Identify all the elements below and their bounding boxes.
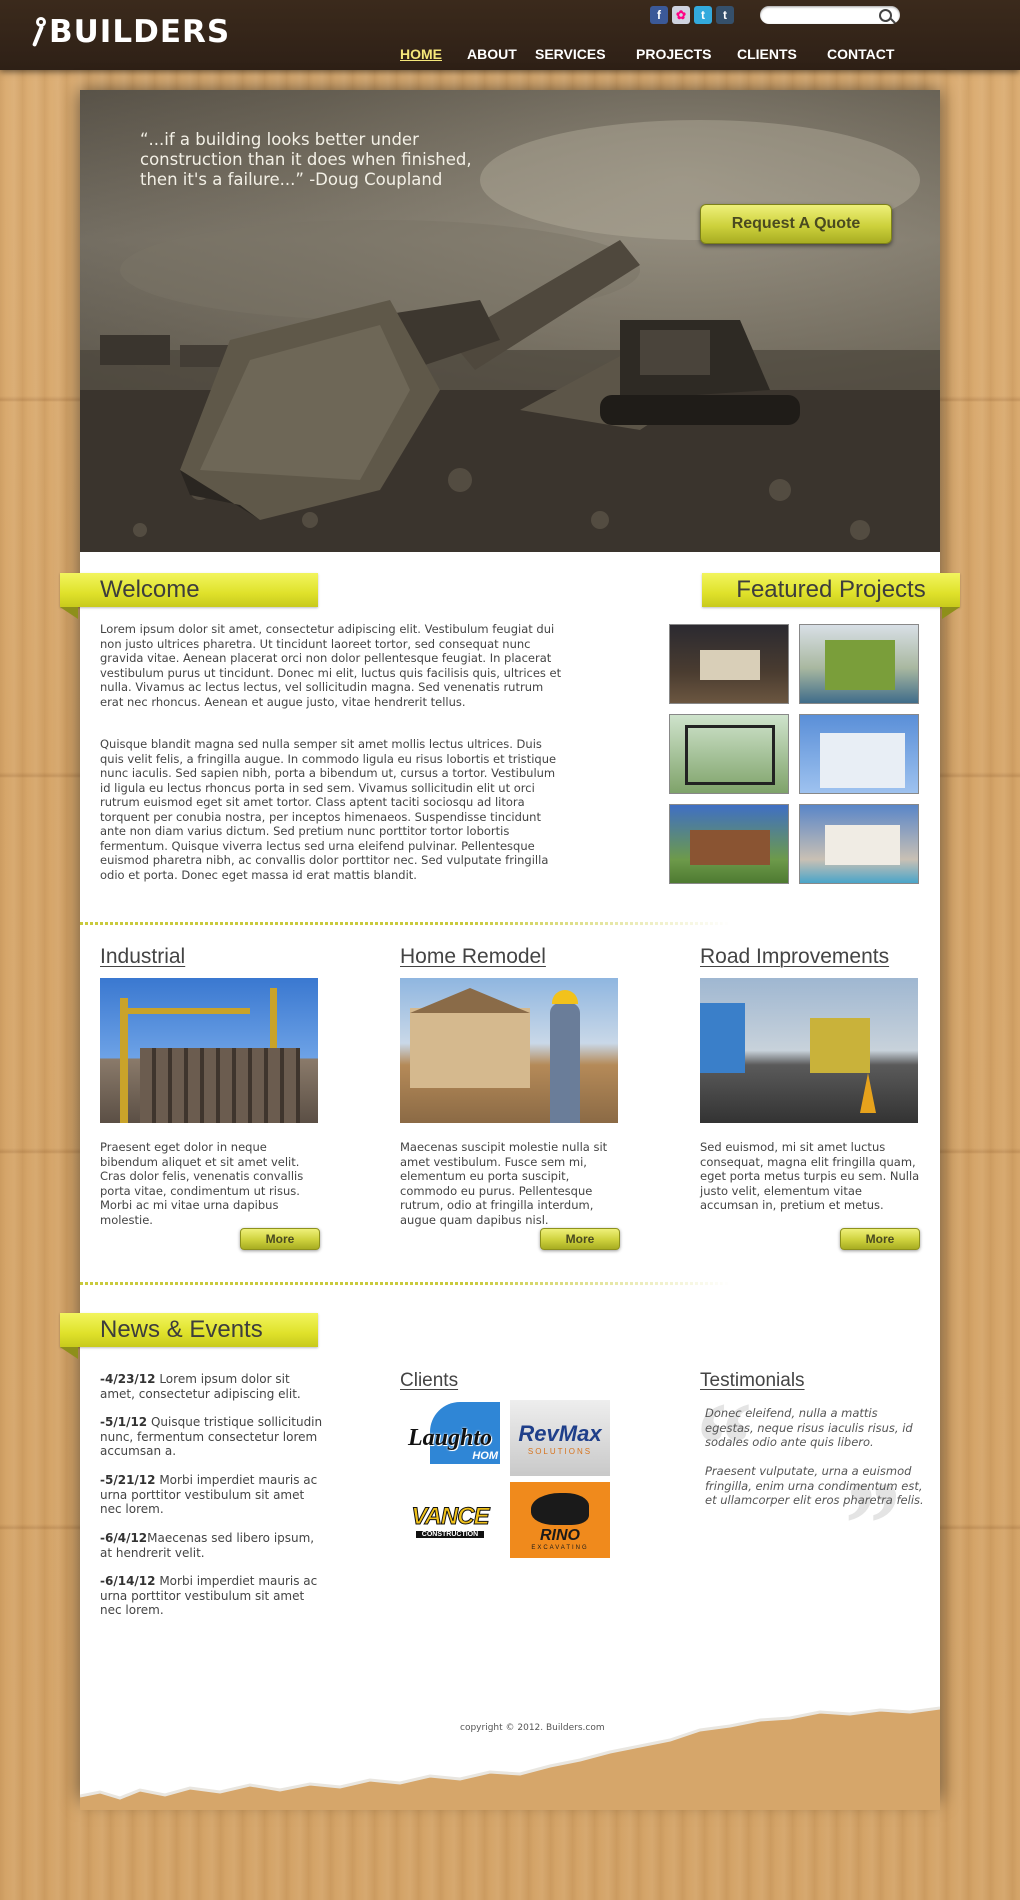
news-date: -5/1/12 bbox=[100, 1415, 148, 1429]
tumblr-icon[interactable]: t bbox=[716, 6, 734, 24]
torn-paper-edge bbox=[80, 1706, 940, 1810]
featured-title: Featured Projects bbox=[736, 576, 926, 603]
welcome-paragraph-2: Quisque blandit magna sed nulla semper s… bbox=[100, 737, 557, 882]
news-date: -4/23/12 bbox=[100, 1372, 156, 1386]
house-shape bbox=[700, 650, 760, 680]
welcome-paragraph-1: Lorem ipsum dolor sit amet, consectetur … bbox=[100, 622, 562, 709]
industrial-title[interactable]: Industrial bbox=[100, 945, 185, 969]
testimonial-text: Donec eleifend, nulla a mattis egestas, … bbox=[705, 1406, 913, 1449]
twitter-icon[interactable]: t bbox=[694, 6, 712, 24]
welcome-title: Welcome bbox=[100, 576, 200, 603]
welcome-heading: Welcome bbox=[60, 573, 318, 619]
clients-title: Clients bbox=[400, 1370, 459, 1391]
industrial-text: Praesent eget dolor in neque bibendum al… bbox=[100, 1140, 304, 1227]
client-logo-laughton[interactable]: Laughto HOM bbox=[400, 1400, 500, 1476]
featured-project-thumb[interactable] bbox=[799, 714, 919, 794]
laughton-logo-subtext: HOM bbox=[472, 1450, 498, 1462]
vance-logo-text: VANCE bbox=[411, 1502, 490, 1530]
vance-logo-subtext: CONSTRUCTION bbox=[415, 1530, 485, 1538]
wrench-icon bbox=[30, 17, 46, 47]
hero-banner: “...if a building looks better under con… bbox=[80, 90, 940, 552]
revmax-logo-text: RevMax bbox=[518, 1420, 602, 1446]
news-item[interactable]: -6/14/12 Morbi imperdiet mauris ac urna … bbox=[100, 1574, 325, 1618]
house-shape bbox=[820, 733, 905, 788]
flickr-icon[interactable]: ✿ bbox=[672, 6, 690, 24]
road-improvements-more-button[interactable]: More bbox=[840, 1228, 920, 1250]
section-divider bbox=[80, 922, 730, 925]
header-bar: BUILDERS f ✿ t t HOME ABOUT SERVICES PRO… bbox=[0, 0, 1020, 70]
house-shape bbox=[825, 825, 900, 865]
nav-services[interactable]: SERVICES bbox=[535, 46, 606, 62]
road-improvements-title[interactable]: Road Improvements bbox=[700, 945, 889, 969]
news-title: News & Events bbox=[100, 1316, 263, 1343]
featured-project-thumb[interactable] bbox=[669, 624, 789, 704]
news-heading: News & Events bbox=[60, 1313, 318, 1359]
section-divider bbox=[80, 1282, 730, 1285]
house-shape bbox=[825, 640, 895, 690]
hero-quote: “...if a building looks better under con… bbox=[140, 130, 472, 189]
news-item[interactable]: -5/1/12 Quisque tristique sollicitudin n… bbox=[100, 1415, 325, 1459]
rino-logo-subtext: EXCAVATING bbox=[531, 1545, 589, 1551]
site-logo[interactable]: BUILDERS bbox=[30, 14, 230, 50]
industrial-image bbox=[100, 978, 318, 1123]
search-icon[interactable] bbox=[879, 9, 892, 22]
logo-text: BUILDERS bbox=[49, 14, 231, 50]
rhino-icon bbox=[531, 1493, 589, 1525]
nav-about[interactable]: ABOUT bbox=[467, 46, 517, 62]
client-logo-rino[interactable]: RINO EXCAVATING bbox=[510, 1482, 610, 1558]
revmax-logo-subtext: SOLUTIONS bbox=[527, 1446, 593, 1456]
testimonial-text: Praesent vulputate, urna a euismod fring… bbox=[705, 1464, 924, 1507]
facebook-icon[interactable]: f bbox=[650, 6, 668, 24]
home-remodel-title[interactable]: Home Remodel bbox=[400, 945, 546, 969]
road-improvements-text: Sed euismod, mi sit amet luctus consequa… bbox=[700, 1140, 920, 1212]
news-date: -6/14/12 bbox=[100, 1574, 156, 1588]
client-logo-revmax[interactable]: RevMax SOLUTIONS bbox=[510, 1400, 610, 1476]
house-shape bbox=[690, 830, 770, 865]
home-remodel-more-button[interactable]: More bbox=[540, 1228, 620, 1250]
house-shape bbox=[685, 725, 775, 785]
featured-project-thumb[interactable] bbox=[669, 714, 789, 794]
featured-project-thumb[interactable] bbox=[799, 624, 919, 704]
social-links: f ✿ t t bbox=[650, 6, 734, 24]
featured-project-thumb[interactable] bbox=[799, 804, 919, 884]
search-input[interactable] bbox=[760, 6, 900, 24]
road-improvements-image bbox=[700, 978, 918, 1123]
nav-home[interactable]: HOME bbox=[400, 46, 442, 62]
news-date: -5/21/12 bbox=[100, 1473, 156, 1487]
nav-contact[interactable]: CONTACT bbox=[827, 46, 894, 62]
home-remodel-text: Maecenas suscipit molestie nulla sit ame… bbox=[400, 1140, 608, 1227]
news-date: -6/4/12 bbox=[100, 1531, 148, 1545]
home-remodel-image bbox=[400, 978, 618, 1123]
featured-project-thumb[interactable] bbox=[669, 804, 789, 884]
industrial-more-button[interactable]: More bbox=[240, 1228, 320, 1250]
news-item[interactable]: -4/23/12 Lorem ipsum dolor sit amet, con… bbox=[100, 1372, 325, 1401]
request-quote-button[interactable]: Request A Quote bbox=[700, 204, 892, 244]
nav-clients[interactable]: CLIENTS bbox=[737, 46, 797, 62]
nav-projects[interactable]: PROJECTS bbox=[636, 46, 711, 62]
client-logo-vance[interactable]: VANCE CONSTRUCTION bbox=[400, 1482, 500, 1558]
rino-logo-text: RINO bbox=[540, 1527, 580, 1544]
laughton-logo-text: Laughto bbox=[407, 1424, 493, 1451]
news-item[interactable]: -5/21/12 Morbi imperdiet mauris ac urna … bbox=[100, 1473, 325, 1517]
featured-heading: Featured Projects bbox=[702, 573, 960, 619]
news-item[interactable]: -6/4/12Maecenas sed libero ipsum, at hen… bbox=[100, 1531, 325, 1560]
